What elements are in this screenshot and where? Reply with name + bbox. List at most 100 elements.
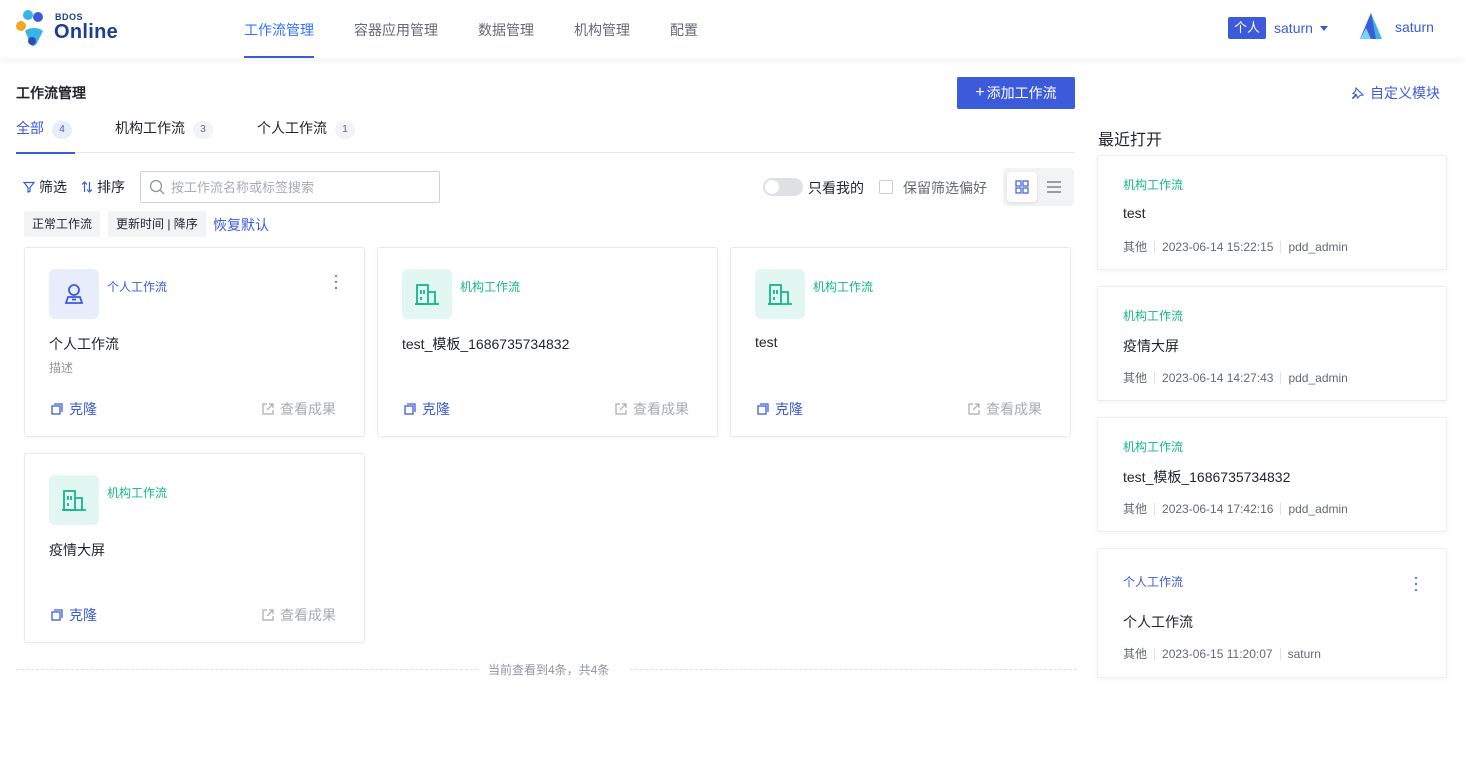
clone-button[interactable]: 克隆	[757, 399, 803, 419]
recent-time: 2023-06-14 17:42:16	[1162, 501, 1274, 516]
nav-tab-data[interactable]: 数据管理	[478, 0, 534, 58]
tab-all[interactable]: 全部 4	[16, 118, 75, 154]
recent-time: 2023-06-14 14:27:43	[1162, 370, 1274, 385]
main-nav: 工作流管理 容器应用管理 数据管理 机构管理 配置	[244, 0, 738, 58]
recent-meta: 其他 2023-06-14 17:42:16 pdd_admin	[1123, 500, 1348, 517]
grid-icon	[1015, 180, 1029, 194]
clone-button[interactable]: 克隆	[51, 605, 97, 625]
sort-label: 排序	[97, 179, 125, 195]
sort-icon	[81, 181, 93, 193]
nav-tab-organization[interactable]: 机构管理	[574, 0, 630, 58]
recent-name: 个人工作流	[1123, 614, 1193, 630]
divider	[16, 669, 478, 670]
recent-item[interactable]: 机构工作流 疫情大屏 其他 2023-06-14 14:27:43 pdd_ad…	[1097, 286, 1447, 401]
user-icon	[64, 284, 84, 304]
custom-module-button[interactable]: 自定义模块	[1351, 83, 1440, 103]
clone-label: 克隆	[69, 607, 97, 623]
view-result-label: 查看成果	[633, 401, 689, 417]
view-result-button[interactable]: 查看成果	[615, 399, 689, 419]
view-switch	[1003, 168, 1074, 206]
keep-filter-checkbox[interactable]	[879, 180, 893, 194]
list-view-button[interactable]	[1039, 172, 1069, 202]
avatar	[1360, 13, 1382, 39]
external-link-icon	[615, 403, 627, 415]
tab-count-badge: 1	[335, 121, 355, 139]
list-icon	[1047, 181, 1061, 193]
tab-personal-workflows[interactable]: 个人工作流 1	[257, 118, 355, 153]
add-workflow-button[interactable]: + 添加工作流	[957, 77, 1075, 109]
workflow-type-label: 机构工作流	[460, 280, 521, 294]
logo-mark-icon	[16, 10, 43, 46]
workflow-type-label: 个人工作流	[107, 280, 168, 294]
workflow-type-label: 机构工作流	[107, 486, 168, 500]
plus-icon: +	[975, 84, 985, 101]
only-mine-label: 只看我的	[808, 180, 864, 196]
recent-time: 2023-06-14 15:22:15	[1162, 239, 1274, 254]
view-result-button[interactable]: 查看成果	[262, 605, 336, 625]
user-name: saturn	[1395, 19, 1434, 35]
clone-button[interactable]: 克隆	[404, 399, 450, 419]
add-workflow-label: 添加工作流	[986, 85, 1057, 101]
building-icon	[415, 284, 439, 305]
only-mine-toggle[interactable]	[763, 178, 803, 196]
tab-count-badge: 3	[193, 121, 213, 139]
sort-button[interactable]: 排序	[81, 177, 125, 197]
view-result-label: 查看成果	[280, 401, 336, 417]
divider	[630, 669, 1077, 670]
brand-logo[interactable]: BDOS Online	[15, 9, 135, 49]
view-result-button[interactable]: 查看成果	[262, 399, 336, 419]
copy-icon	[757, 403, 769, 415]
tenant-switcher[interactable]: 个人 saturn	[1228, 17, 1328, 39]
workflow-tabs: 全部 4 机构工作流 3 个人工作流 1	[16, 118, 1074, 154]
workflow-card[interactable]: 机构工作流 疫情大屏 克隆 查看成果	[24, 453, 365, 643]
tab-org-workflows[interactable]: 机构工作流 3	[115, 118, 213, 153]
filter-icon	[23, 181, 35, 193]
workflow-name: 疫情大屏	[49, 542, 105, 558]
nav-tab-config[interactable]: 配置	[670, 0, 698, 58]
recent-meta: 其他 2023-06-14 15:22:15 pdd_admin	[1123, 238, 1348, 255]
workflow-card[interactable]: 个人工作流 个人工作流 描述 克隆 查看成果	[24, 247, 365, 437]
tenant-badge: 个人	[1228, 17, 1267, 39]
top-navigation: BDOS Online 工作流管理 容器应用管理 数据管理 机构管理 配置 个人…	[0, 0, 1466, 58]
workflow-type-icon	[755, 269, 805, 319]
external-link-icon	[262, 403, 274, 415]
building-icon	[768, 284, 792, 305]
view-result-label: 查看成果	[280, 607, 336, 623]
tab-label: 全部	[16, 120, 44, 136]
view-result-button[interactable]: 查看成果	[968, 399, 1042, 419]
recent-item[interactable]: 机构工作流 test_模板_1686735734832 其他 2023-06-1…	[1097, 417, 1447, 532]
recent-name: test	[1123, 205, 1146, 221]
tab-label: 个人工作流	[257, 120, 327, 136]
workflow-description: 描述	[49, 361, 74, 375]
brand-name: Online	[54, 21, 119, 43]
nav-tab-workflow[interactable]: 工作流管理	[244, 0, 314, 58]
filter-chip-sort[interactable]: 更新时间 | 降序	[108, 211, 206, 237]
recent-item[interactable]: 个人工作流 个人工作流 其他 2023-06-15 11:20:07 satur…	[1097, 548, 1447, 678]
workflow-name: test	[755, 334, 778, 350]
recent-category: 其他	[1123, 502, 1148, 516]
grid-view-button[interactable]	[1007, 172, 1037, 202]
copy-icon	[51, 403, 63, 415]
clone-label: 克隆	[69, 401, 97, 417]
clone-button[interactable]: 克隆	[51, 399, 97, 419]
recent-item[interactable]: 机构工作流 test 其他 2023-06-14 15:22:15 pdd_ad…	[1097, 155, 1447, 270]
copy-icon	[404, 403, 416, 415]
reset-default-link[interactable]: 恢复默认	[213, 215, 269, 235]
more-icon[interactable]	[1414, 577, 1418, 591]
nav-tab-container-apps[interactable]: 容器应用管理	[354, 0, 438, 58]
workflow-card[interactable]: 机构工作流 test 克隆 查看成果	[730, 247, 1071, 437]
filter-button[interactable]: 筛选	[23, 177, 67, 197]
view-result-label: 查看成果	[986, 401, 1042, 417]
workflow-card[interactable]: 机构工作流 test_模板_1686735734832 克隆 查看成果	[377, 247, 718, 437]
recent-owner: pdd_admin	[1288, 239, 1348, 254]
page-title: 工作流管理	[16, 85, 86, 101]
tenant-name: saturn	[1274, 20, 1313, 36]
user-menu[interactable]: saturn	[1357, 12, 1434, 42]
filter-chip-status[interactable]: 正常工作流	[24, 211, 101, 237]
recent-time: 2023-06-15 11:20:07	[1162, 646, 1273, 661]
more-icon[interactable]	[330, 274, 342, 290]
tab-count-badge: 4	[52, 121, 72, 139]
copy-icon	[51, 609, 63, 621]
search-input[interactable]	[171, 179, 421, 195]
recent-title: 最近打开	[1098, 132, 1163, 149]
